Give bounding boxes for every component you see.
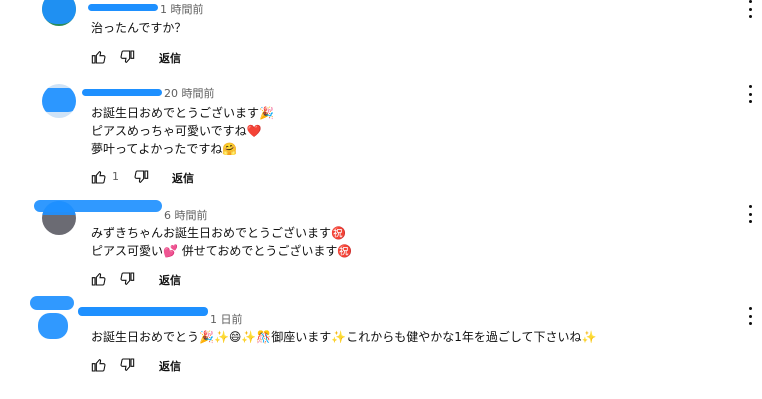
thumb-down-icon[interactable] — [119, 49, 135, 65]
thumb-down-icon[interactable] — [119, 271, 135, 287]
comment-actions: 1 返信 — [91, 169, 231, 187]
reply-button[interactable]: 返信 — [159, 358, 181, 374]
redacted-username — [78, 307, 208, 316]
avatar — [38, 313, 68, 339]
reply-button[interactable]: 返信 — [159, 50, 181, 66]
comment-actions: 返信 — [91, 49, 211, 67]
like-count: 1 — [112, 170, 119, 183]
comment-text-line: お誕生日おめでとう🎉✨😄✨🎊御座います✨これからも健やかな1年を過ごして下さいね… — [91, 330, 597, 344]
thumb-down-icon[interactable] — [119, 357, 135, 373]
comment-text-line: みずきちゃんお誕生日おめでとうございます㊗️ — [91, 226, 346, 240]
avatar[interactable] — [42, 0, 76, 26]
avatar[interactable] — [30, 296, 74, 310]
thumb-down-icon[interactable] — [133, 169, 149, 185]
redacted-username — [82, 89, 162, 96]
comment-text-line: 治ったんですか？ — [91, 21, 187, 35]
redacted-username — [34, 200, 162, 212]
comment-text-line: 夢叶ってよかったですね🤗 — [91, 142, 238, 156]
thumb-up-icon[interactable] — [91, 49, 107, 65]
comment-actions: 返信 — [91, 357, 211, 375]
more-vert-icon[interactable] — [742, 0, 758, 18]
comments-panel: 1 時間前 治ったんですか？ 返信 20 時間前 お誕生日おめでとうございます🎉… — [0, 0, 762, 399]
avatar[interactable] — [42, 84, 76, 118]
more-vert-icon[interactable] — [742, 85, 758, 103]
reply-button[interactable]: 返信 — [172, 170, 194, 186]
thumb-up-icon[interactable] — [91, 271, 107, 287]
comment-text-line: ピアス可愛い💕 併せておめでとうございます㊗️ — [91, 244, 353, 258]
reply-button[interactable]: 返信 — [159, 272, 181, 288]
more-vert-icon[interactable] — [742, 307, 758, 325]
thumb-up-icon[interactable] — [91, 169, 107, 185]
comment-text-line: お誕生日おめでとうございます🎉 — [91, 106, 274, 120]
more-vert-icon[interactable] — [742, 205, 758, 223]
comment-actions: 返信 — [91, 271, 211, 289]
comment-time: 1 時間前 — [160, 3, 204, 16]
comment-time: 1 日前 — [210, 313, 243, 326]
comment-text-line: ピアスめっちゃ可愛いですね❤️ — [91, 124, 262, 138]
comment-time: 20 時間前 — [164, 87, 215, 100]
comment-time: 6 時間前 — [164, 209, 208, 222]
redacted-username — [88, 4, 158, 11]
thumb-up-icon[interactable] — [91, 357, 107, 373]
